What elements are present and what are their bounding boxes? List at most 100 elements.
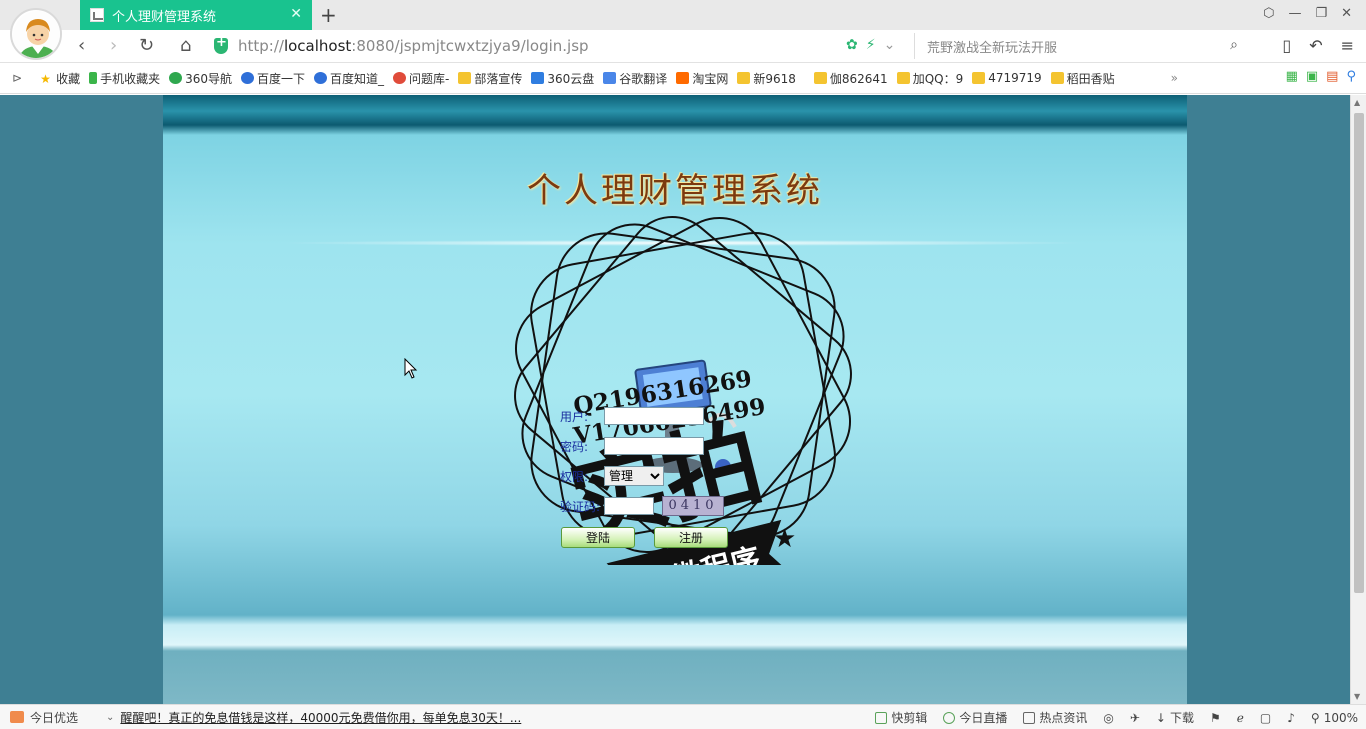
live-icon (943, 711, 956, 724)
menu-icon[interactable]: ≡ (1341, 36, 1354, 55)
reading-icon[interactable]: ▣ (1306, 69, 1318, 84)
role-label: 权限: (560, 469, 589, 484)
zoom-icon[interactable]: ⚲ (1346, 69, 1356, 84)
bookmark-item[interactable]: 百度一下 (241, 70, 305, 87)
daily-picks[interactable]: 今日优选 (0, 709, 100, 726)
restore-icon[interactable]: ❐ (1315, 6, 1327, 21)
login-button[interactable]: 登陆 (561, 527, 635, 548)
reload-icon[interactable]: ↻ (139, 35, 154, 56)
search-input[interactable]: 荒野激战全新玩法开服 (927, 37, 1057, 56)
hot-news-button[interactable]: 热点资讯 (1023, 709, 1087, 726)
security-shield-icon (214, 35, 228, 54)
status-tools: 快剪辑 今日直播 热点资讯 ◎ ✈ ↓ 下载 ⚑ ℯ ▢ ♪ ⚲ 100% (875, 709, 1358, 726)
url-tools: ✿ ⚡ ⌄ (846, 37, 895, 53)
captcha-image[interactable]: 0410 (662, 496, 724, 516)
tab-active[interactable]: 个人理财管理系统 ✕ (80, 0, 312, 30)
star-icon: ★ (773, 524, 796, 554)
bookmark-item[interactable]: 稻田香贴 (1050, 70, 1115, 87)
page-favicon-icon (90, 8, 104, 22)
password-label: 密码: (560, 439, 589, 454)
role-select[interactable]: 管理 (604, 466, 664, 486)
tab-title: 个人理财管理系统 (112, 9, 217, 25)
toolbar-right: ▯ ↶ ≡ (1282, 36, 1354, 55)
scrollbar-thumb[interactable] (1354, 113, 1364, 593)
news-ticker[interactable]: ⌄ 醒醒吧！真正的免息借钱是这样，40000元免费借你用，每单免息30天！... (106, 709, 521, 726)
tab-bar: 个人理财管理系统 ✕ + ⬡ — ❐ ✕ (0, 0, 1366, 30)
url-text: http://localhost:8080/jspmjtcwxtzjya9/lo… (238, 37, 589, 55)
password-row: 密码: (560, 437, 704, 455)
login-panel: 个人理财管理系统 Q2196316269 V17060256499 实拍 (163, 95, 1187, 704)
zoom-level[interactable]: ⚲ 100% (1311, 711, 1358, 725)
sidebar-toggle-icon[interactable]: ⊳ (12, 71, 22, 85)
bookmark-item[interactable]: 伽862641 (813, 70, 888, 87)
status-bar: 今日优选 ⌄ 醒醒吧！真正的免息借钱是这样，40000元免费借你用，每单免息30… (0, 704, 1366, 729)
home-icon[interactable]: ⌂ (180, 35, 191, 56)
skin-icon[interactable]: ⬡ (1263, 6, 1274, 21)
page-viewport: 个人理财管理系统 Q2196316269 V17060256499 实拍 (0, 95, 1350, 704)
bookmark-tools: ▦ ▣ ▤ ⚲ (1286, 69, 1356, 84)
bookmark-item[interactable]: 4719719 (972, 71, 1042, 85)
bookmark-item[interactable]: 360导航 (169, 70, 232, 87)
address-bar[interactable]: http://localhost:8080/jspmjtcwxtzjya9/lo… (214, 33, 914, 59)
ie-icon[interactable]: ℯ (1237, 711, 1244, 725)
captcha-label: 验证码: (560, 499, 601, 514)
bookmark-item[interactable]: 新9618 (737, 70, 796, 87)
new-tab-plus-icon[interactable]: + (320, 3, 337, 27)
bookmark-item[interactable]: 百度知道_ (314, 70, 384, 87)
search-icon[interactable]: ⌕ (1230, 37, 1238, 53)
captcha-input[interactable] (604, 497, 654, 515)
more-bookmarks-icon[interactable]: » (1171, 71, 1178, 85)
reader-mode-icon[interactable]: ▯ (1282, 36, 1291, 55)
bookmark-item[interactable]: 360云盘 (531, 70, 594, 87)
pin-icon[interactable]: ✈ (1130, 711, 1140, 725)
mouse-cursor-icon (404, 358, 418, 379)
flag-icon[interactable]: ⚑ (1210, 711, 1221, 725)
speed-mode-icon[interactable]: ⚡ (866, 37, 876, 53)
register-button[interactable]: 注册 (654, 527, 728, 548)
play-icon (875, 711, 888, 724)
user-label: 用户: (560, 409, 589, 424)
compat-mode-icon[interactable]: ✿ (846, 37, 858, 53)
bookmark-bar: ⊳ ★ 收藏 手机收藏夹 360导航 百度一下 百度知道_ 问题库- 部落宣传 3… (0, 63, 1366, 94)
password-input[interactable] (604, 437, 704, 455)
scroll-down-icon[interactable]: ▼ (1354, 692, 1360, 701)
window-icon[interactable]: ▢ (1260, 711, 1271, 725)
news-icon (1023, 711, 1036, 724)
close-icon[interactable]: ✕ (290, 6, 302, 22)
magnifier-icon: ⚲ (1310, 710, 1320, 725)
role-row: 权限: 管理 (560, 466, 664, 486)
bookmark-item[interactable]: 淘宝网 (676, 70, 728, 87)
accelerate-icon[interactable]: ◎ (1103, 711, 1113, 725)
navigation-bar: ‹ › ↻ ⌂ http://localhost:8080/jspmjtcwxt… (0, 30, 1366, 63)
live-button[interactable]: 今日直播 (943, 709, 1007, 726)
search-box[interactable]: 荒野激战全新玩法开服 ⌕ (914, 33, 1244, 59)
undo-close-icon[interactable]: ↶ (1309, 36, 1322, 55)
vertical-scrollbar[interactable]: ▲ ▼ (1350, 95, 1366, 704)
chevron-down-icon[interactable]: ⌄ (106, 712, 114, 723)
apps-grid-icon[interactable]: ▦ (1286, 69, 1298, 84)
daily-picks-label: 今日优选 (30, 710, 79, 725)
bookmark-item[interactable]: 问题库- (393, 70, 449, 87)
bookmark-item[interactable]: 加QQ：9 (896, 70, 963, 87)
minimize-icon[interactable]: — (1288, 6, 1301, 21)
bookmark-item[interactable]: 谷歌翻译 (603, 70, 667, 87)
bookmark-item[interactable]: 部落宣传 (458, 70, 522, 87)
download-button[interactable]: ↓ 下载 (1156, 709, 1194, 726)
window-close-icon[interactable]: ✕ (1341, 6, 1352, 21)
quick-edit-button[interactable]: 快剪辑 (875, 709, 927, 726)
captcha-row: 验证码: 0410 (560, 496, 724, 516)
user-avatar[interactable] (10, 8, 62, 60)
back-icon[interactable]: ‹ (78, 35, 85, 56)
username-input[interactable] (604, 407, 704, 425)
gift-icon (10, 711, 24, 723)
sound-icon[interactable]: ♪ (1287, 711, 1295, 725)
bookmark-item[interactable]: 手机收藏夹 (89, 70, 160, 87)
briefcase-icon[interactable]: ▤ (1326, 69, 1338, 84)
download-icon: ↓ (1155, 710, 1166, 725)
window-controls: ⬡ — ❐ ✕ (1263, 6, 1352, 21)
bookmark-item[interactable]: ★ 收藏 (40, 70, 80, 87)
dropdown-chevron-icon[interactable]: ⌄ (884, 37, 896, 53)
news-link[interactable]: 醒醒吧！真正的免息借钱是这样，40000元免费借你用，每单免息30天！... (120, 709, 521, 726)
scroll-up-icon[interactable]: ▲ (1354, 98, 1360, 107)
forward-icon[interactable]: › (110, 35, 117, 56)
